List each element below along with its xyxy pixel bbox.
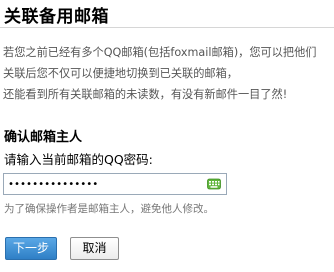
description: 若您之前已经有多个QQ邮箱(包括foxmail邮箱)，您可以把他们 关联后您不仅… (3, 42, 334, 105)
cancel-button[interactable]: 取消 (70, 237, 119, 260)
password-prompt: 请输入当前邮箱的QQ密码: (4, 152, 153, 167)
password-hint: 为了确保操作者是邮箱主人，避免他人修改。 (4, 203, 214, 215)
description-line: 还能看到所有关联邮箱的未读数，有没有新邮件一目了然! (3, 88, 288, 101)
description-line: 关联后您不仅可以便捷地切换到已关联的邮箱， (3, 67, 238, 80)
page-title: 关联备用邮箱 (4, 7, 109, 27)
password-field[interactable] (3, 173, 227, 195)
next-button[interactable]: 下一步 (5, 237, 57, 260)
password-input[interactable] (8, 176, 196, 192)
description-line: 若您之前已经有多个QQ邮箱(包括foxmail邮箱)，您可以把他们 (3, 46, 317, 59)
title-divider (0, 27, 334, 28)
section-title: 确认邮箱主人 (4, 130, 83, 145)
keyboard-icon[interactable] (207, 177, 221, 191)
